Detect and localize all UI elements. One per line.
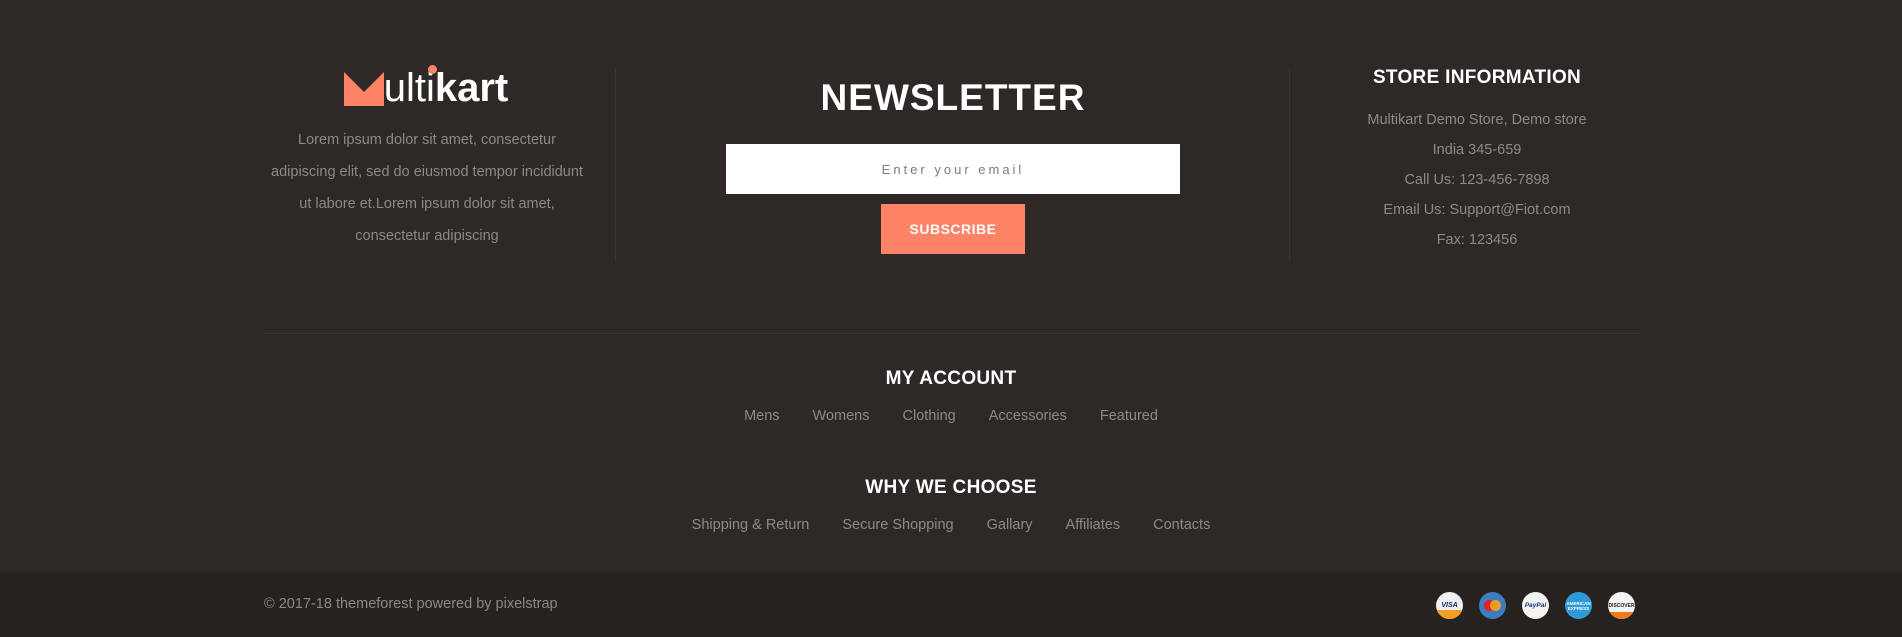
payment-icons: VISA PayPal AMERICAN EXPRESS DISCOVER xyxy=(1436,592,1635,619)
mastercard-icon[interactable] xyxy=(1479,592,1506,619)
link-accessories[interactable]: Accessories xyxy=(989,407,1067,425)
newsletter-title: NEWSLETTER xyxy=(820,77,1086,118)
amex-label: AMERICAN EXPRESS xyxy=(1566,600,1591,611)
column-divider xyxy=(615,68,616,262)
visa-icon[interactable]: VISA xyxy=(1436,592,1463,619)
store-information-title: STORE INFORMATION xyxy=(1372,67,1582,88)
store-email: Email Us: Support@Fiot.com xyxy=(1383,202,1571,218)
store-address: Multikart Demo Store, Demo store xyxy=(1367,112,1587,128)
column-divider xyxy=(1289,68,1290,262)
subscribe-button[interactable]: SUBSCRIBE xyxy=(881,204,1025,254)
link-affiliates[interactable]: Affiliates xyxy=(1066,516,1121,534)
american-express-icon[interactable]: AMERICAN EXPRESS xyxy=(1565,592,1592,619)
logo-m-icon xyxy=(343,72,384,106)
why-we-choose-section: WHY WE CHOOSE Shipping & Return Secure S… xyxy=(0,476,1902,534)
logo-wordmark: ulti kart xyxy=(383,65,509,110)
about-column: ulti kart Lorem ipsum dolor sit amet, con… xyxy=(262,65,590,252)
about-text: Lorem ipsum dolor sit amet, consectetur … xyxy=(271,132,583,244)
link-mens[interactable]: Mens xyxy=(744,407,779,425)
link-featured[interactable]: Featured xyxy=(1100,407,1158,425)
link-shipping-return[interactable]: Shipping & Return xyxy=(692,516,810,534)
link-clothing[interactable]: Clothing xyxy=(903,407,956,425)
why-we-choose-title: WHY WE CHOOSE xyxy=(865,477,1037,498)
discover-icon[interactable]: DISCOVER xyxy=(1608,592,1635,619)
logo[interactable]: ulti kart xyxy=(262,65,590,110)
store-region: India 345-659 xyxy=(1432,142,1522,158)
paypal-label: PayPal xyxy=(1524,602,1547,609)
store-information-column: STORE INFORMATION Multikart Demo Store, … xyxy=(1330,66,1624,255)
store-phone: Call Us: 123-456-7898 xyxy=(1404,172,1550,188)
sub-footer: © 2017-18 themeforest powered by pixelst… xyxy=(0,572,1902,637)
footer-main: ulti kart Lorem ipsum dolor sit amet, con… xyxy=(0,0,1902,572)
section-divider xyxy=(264,333,1640,334)
visa-label: VISA xyxy=(1441,602,1458,609)
link-secure-shopping[interactable]: Secure Shopping xyxy=(842,516,953,534)
link-gallary[interactable]: Gallary xyxy=(987,516,1033,534)
copyright-text: © 2017-18 themeforest powered by pixelst… xyxy=(264,596,558,612)
store-fax: Fax: 123456 xyxy=(1436,232,1518,248)
link-womens[interactable]: Womens xyxy=(813,407,870,425)
why-we-choose-links: Shipping & Return Secure Shopping Gallar… xyxy=(0,516,1902,534)
store-information-list: Multikart Demo Store, Demo store India 3… xyxy=(1330,105,1624,255)
discover-label: DISCOVER xyxy=(1608,602,1635,609)
my-account-title: MY ACCOUNT xyxy=(885,368,1017,389)
paypal-icon[interactable]: PayPal xyxy=(1522,592,1549,619)
my-account-links: Mens Womens Clothing Accessories Feature… xyxy=(0,407,1902,425)
email-input[interactable] xyxy=(726,144,1180,194)
my-account-section: MY ACCOUNT Mens Womens Clothing Accessor… xyxy=(0,367,1902,425)
link-contacts[interactable]: Contacts xyxy=(1153,516,1210,534)
newsletter-column: NEWSLETTER SUBSCRIBE xyxy=(726,72,1180,254)
